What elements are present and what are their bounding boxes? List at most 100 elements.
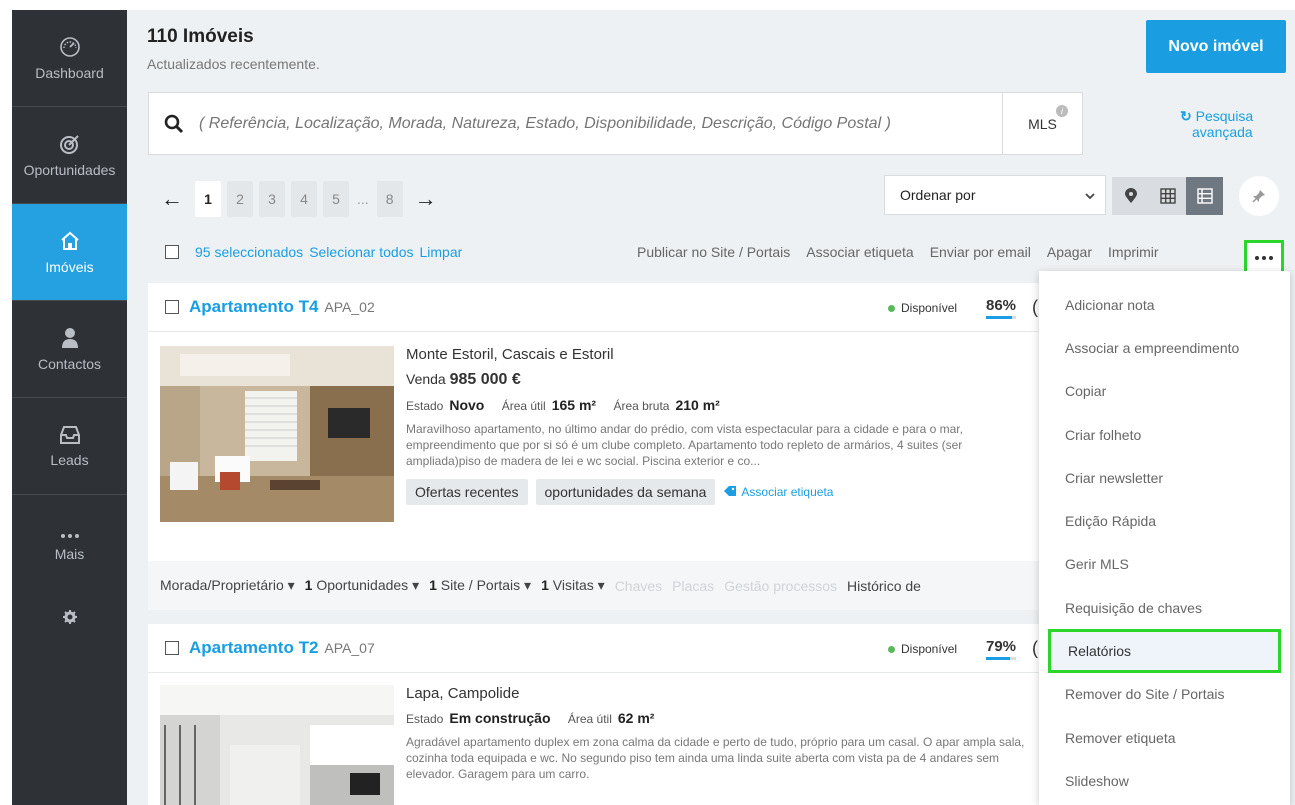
menu-item[interactable]: Remover do Site / Portais xyxy=(1039,673,1290,716)
menu-item[interactable]: Edição Rápida xyxy=(1039,499,1290,542)
page-last[interactable]: 8 xyxy=(376,181,403,217)
view-toggle xyxy=(1112,177,1223,215)
menu-item[interactable]: Slideshow xyxy=(1039,759,1290,802)
property-description: Agradável apartamento duplex em zona cal… xyxy=(406,735,1025,781)
action-associate-tag[interactable]: Associar etiqueta xyxy=(806,244,913,260)
select-all-link[interactable]: Selecionar todos xyxy=(309,244,413,260)
map-pin-view-icon[interactable] xyxy=(1112,177,1149,215)
associate-tag-link[interactable]: Associar etiqueta xyxy=(723,485,833,500)
dashboard-gauge-icon xyxy=(59,36,81,61)
more-actions-menu: Adicionar nota Associar a empreendimento C… xyxy=(1039,271,1290,805)
page-title: 110 Imóveis xyxy=(147,26,254,47)
menu-item[interactable]: Criar newsletter xyxy=(1039,456,1290,499)
completion-percent: 86% xyxy=(986,297,1016,319)
page-subtitle: Actualizados recentemente. xyxy=(147,56,320,72)
gear-icon[interactable] xyxy=(62,610,77,629)
page-4[interactable]: 4 xyxy=(291,181,317,217)
menu-item[interactable]: Remover etiqueta xyxy=(1039,716,1290,759)
sidebar: Dashboard Oportunidades Imóveis Contacto… xyxy=(12,10,127,805)
progress-ring-icon: ( xyxy=(1032,297,1038,317)
prev-page-arrow-icon[interactable]: ← xyxy=(155,181,189,217)
chaves-link: Chaves xyxy=(614,577,663,594)
property-ref: APA_07 xyxy=(324,640,375,656)
sidebar-item-label: Leads xyxy=(50,451,89,468)
property-title[interactable]: Apartamento T2 xyxy=(189,638,318,658)
property-photo[interactable] xyxy=(160,685,394,805)
sidebar-item-contactos[interactable]: Contactos xyxy=(12,301,127,398)
property-description: Maravilhoso apartamento, no último andar… xyxy=(406,422,963,468)
sidebar-item-mais[interactable]: Mais xyxy=(12,495,127,592)
site-portais-dropdown[interactable]: 1 Site / Portais ▾ xyxy=(429,577,531,594)
morada-dropdown[interactable]: Morada/Proprietário ▾ xyxy=(160,577,295,594)
sort-label: Ordenar por xyxy=(900,187,976,203)
page-5[interactable]: 5 xyxy=(323,181,349,217)
completion-percent: 79% xyxy=(986,638,1016,660)
action-print[interactable]: Imprimir xyxy=(1108,244,1159,260)
action-delete[interactable]: Apagar xyxy=(1047,244,1092,260)
property-checkbox[interactable] xyxy=(165,300,179,314)
sidebar-item-label: Contactos xyxy=(37,355,102,372)
sidebar-item-oportunidades[interactable]: Oportunidades xyxy=(12,107,127,204)
oportunidades-dropdown[interactable]: 1 Oportunidades ▾ xyxy=(305,577,419,594)
page-3[interactable]: 3 xyxy=(259,181,285,217)
person-icon xyxy=(60,327,80,352)
menu-item[interactable]: Criar folheto xyxy=(1039,413,1290,456)
selected-count: 95 seleccionados xyxy=(195,244,304,260)
visitas-dropdown[interactable]: 1 Visitas ▾ xyxy=(541,577,605,594)
grid-view-icon[interactable] xyxy=(1149,177,1186,215)
search-icon xyxy=(149,114,199,134)
status-badge: Disponível xyxy=(888,301,957,315)
progress-ring-icon: ( xyxy=(1032,638,1038,658)
placas-link: Placas xyxy=(672,577,715,594)
list-view-icon[interactable] xyxy=(1186,177,1223,215)
property-title[interactable]: Apartamento T4 xyxy=(189,297,318,317)
bulk-actions: Publicar no Site / Portais Associar etiq… xyxy=(637,244,1159,260)
target-icon xyxy=(59,133,81,158)
inbox-icon xyxy=(59,425,81,448)
advanced-search-link[interactable]: ↻ Pesquisa avançada xyxy=(1180,108,1253,140)
sidebar-item-dashboard[interactable]: Dashboard xyxy=(12,10,127,107)
next-page-arrow-icon[interactable]: → xyxy=(409,181,443,217)
property-checkbox[interactable] xyxy=(165,641,179,655)
chevron-down-icon xyxy=(1085,187,1095,203)
page-2[interactable]: 2 xyxy=(227,181,253,217)
sort-select[interactable]: Ordenar por xyxy=(884,175,1106,215)
page-ellipsis: ... xyxy=(357,191,369,207)
house-icon xyxy=(59,230,81,255)
sidebar-item-label: Mais xyxy=(54,545,85,562)
tag[interactable]: Ofertas recentes xyxy=(406,479,528,505)
action-send-email[interactable]: Enviar por email xyxy=(930,244,1031,260)
sidebar-item-imoveis[interactable]: Imóveis xyxy=(12,204,127,301)
historico-link[interactable]: Histórico de xyxy=(847,578,921,594)
tag[interactable]: oportunidades da semana xyxy=(535,479,716,505)
action-publish[interactable]: Publicar no Site / Portais xyxy=(637,244,790,260)
search-bar: MLS i xyxy=(148,92,1083,155)
sidebar-item-leads[interactable]: Leads xyxy=(12,398,127,495)
selection-bar: 95 seleccionados Selecionar todos Limpar xyxy=(165,244,462,260)
mls-label: MLS xyxy=(1028,115,1057,132)
menu-item[interactable]: Adicionar nota xyxy=(1039,283,1290,326)
menu-item[interactable]: Copiar xyxy=(1039,370,1290,413)
page-1[interactable]: 1 xyxy=(195,181,221,217)
status-badge: Disponível xyxy=(888,642,957,656)
search-input[interactable] xyxy=(199,114,1002,133)
sidebar-item-label: Oportunidades xyxy=(23,161,116,178)
mls-toggle[interactable]: MLS i xyxy=(1002,93,1082,154)
menu-item[interactable]: Associar a empreendimento xyxy=(1039,326,1290,369)
property-photo[interactable] xyxy=(160,346,394,522)
new-property-button[interactable]: Novo imóvel xyxy=(1146,20,1286,73)
info-icon[interactable]: i xyxy=(1056,105,1068,117)
sidebar-item-label: Dashboard xyxy=(35,64,104,81)
menu-item[interactable]: Gerir MLS xyxy=(1039,543,1290,586)
gestao-link: Gestão processos xyxy=(724,577,838,594)
tag-icon xyxy=(723,485,737,500)
more-dots-icon xyxy=(60,526,80,542)
advanced-search-icon: ↻ xyxy=(1180,108,1192,124)
pin-icon[interactable] xyxy=(1239,176,1279,216)
menu-item[interactable]: Relatórios xyxy=(1048,629,1281,673)
sidebar-item-label: Imóveis xyxy=(45,258,94,275)
property-ref: APA_02 xyxy=(324,299,375,315)
menu-item[interactable]: Requisição de chaves xyxy=(1039,586,1290,629)
select-all-checkbox[interactable] xyxy=(165,245,179,259)
clear-selection-link[interactable]: Limpar xyxy=(419,244,462,260)
